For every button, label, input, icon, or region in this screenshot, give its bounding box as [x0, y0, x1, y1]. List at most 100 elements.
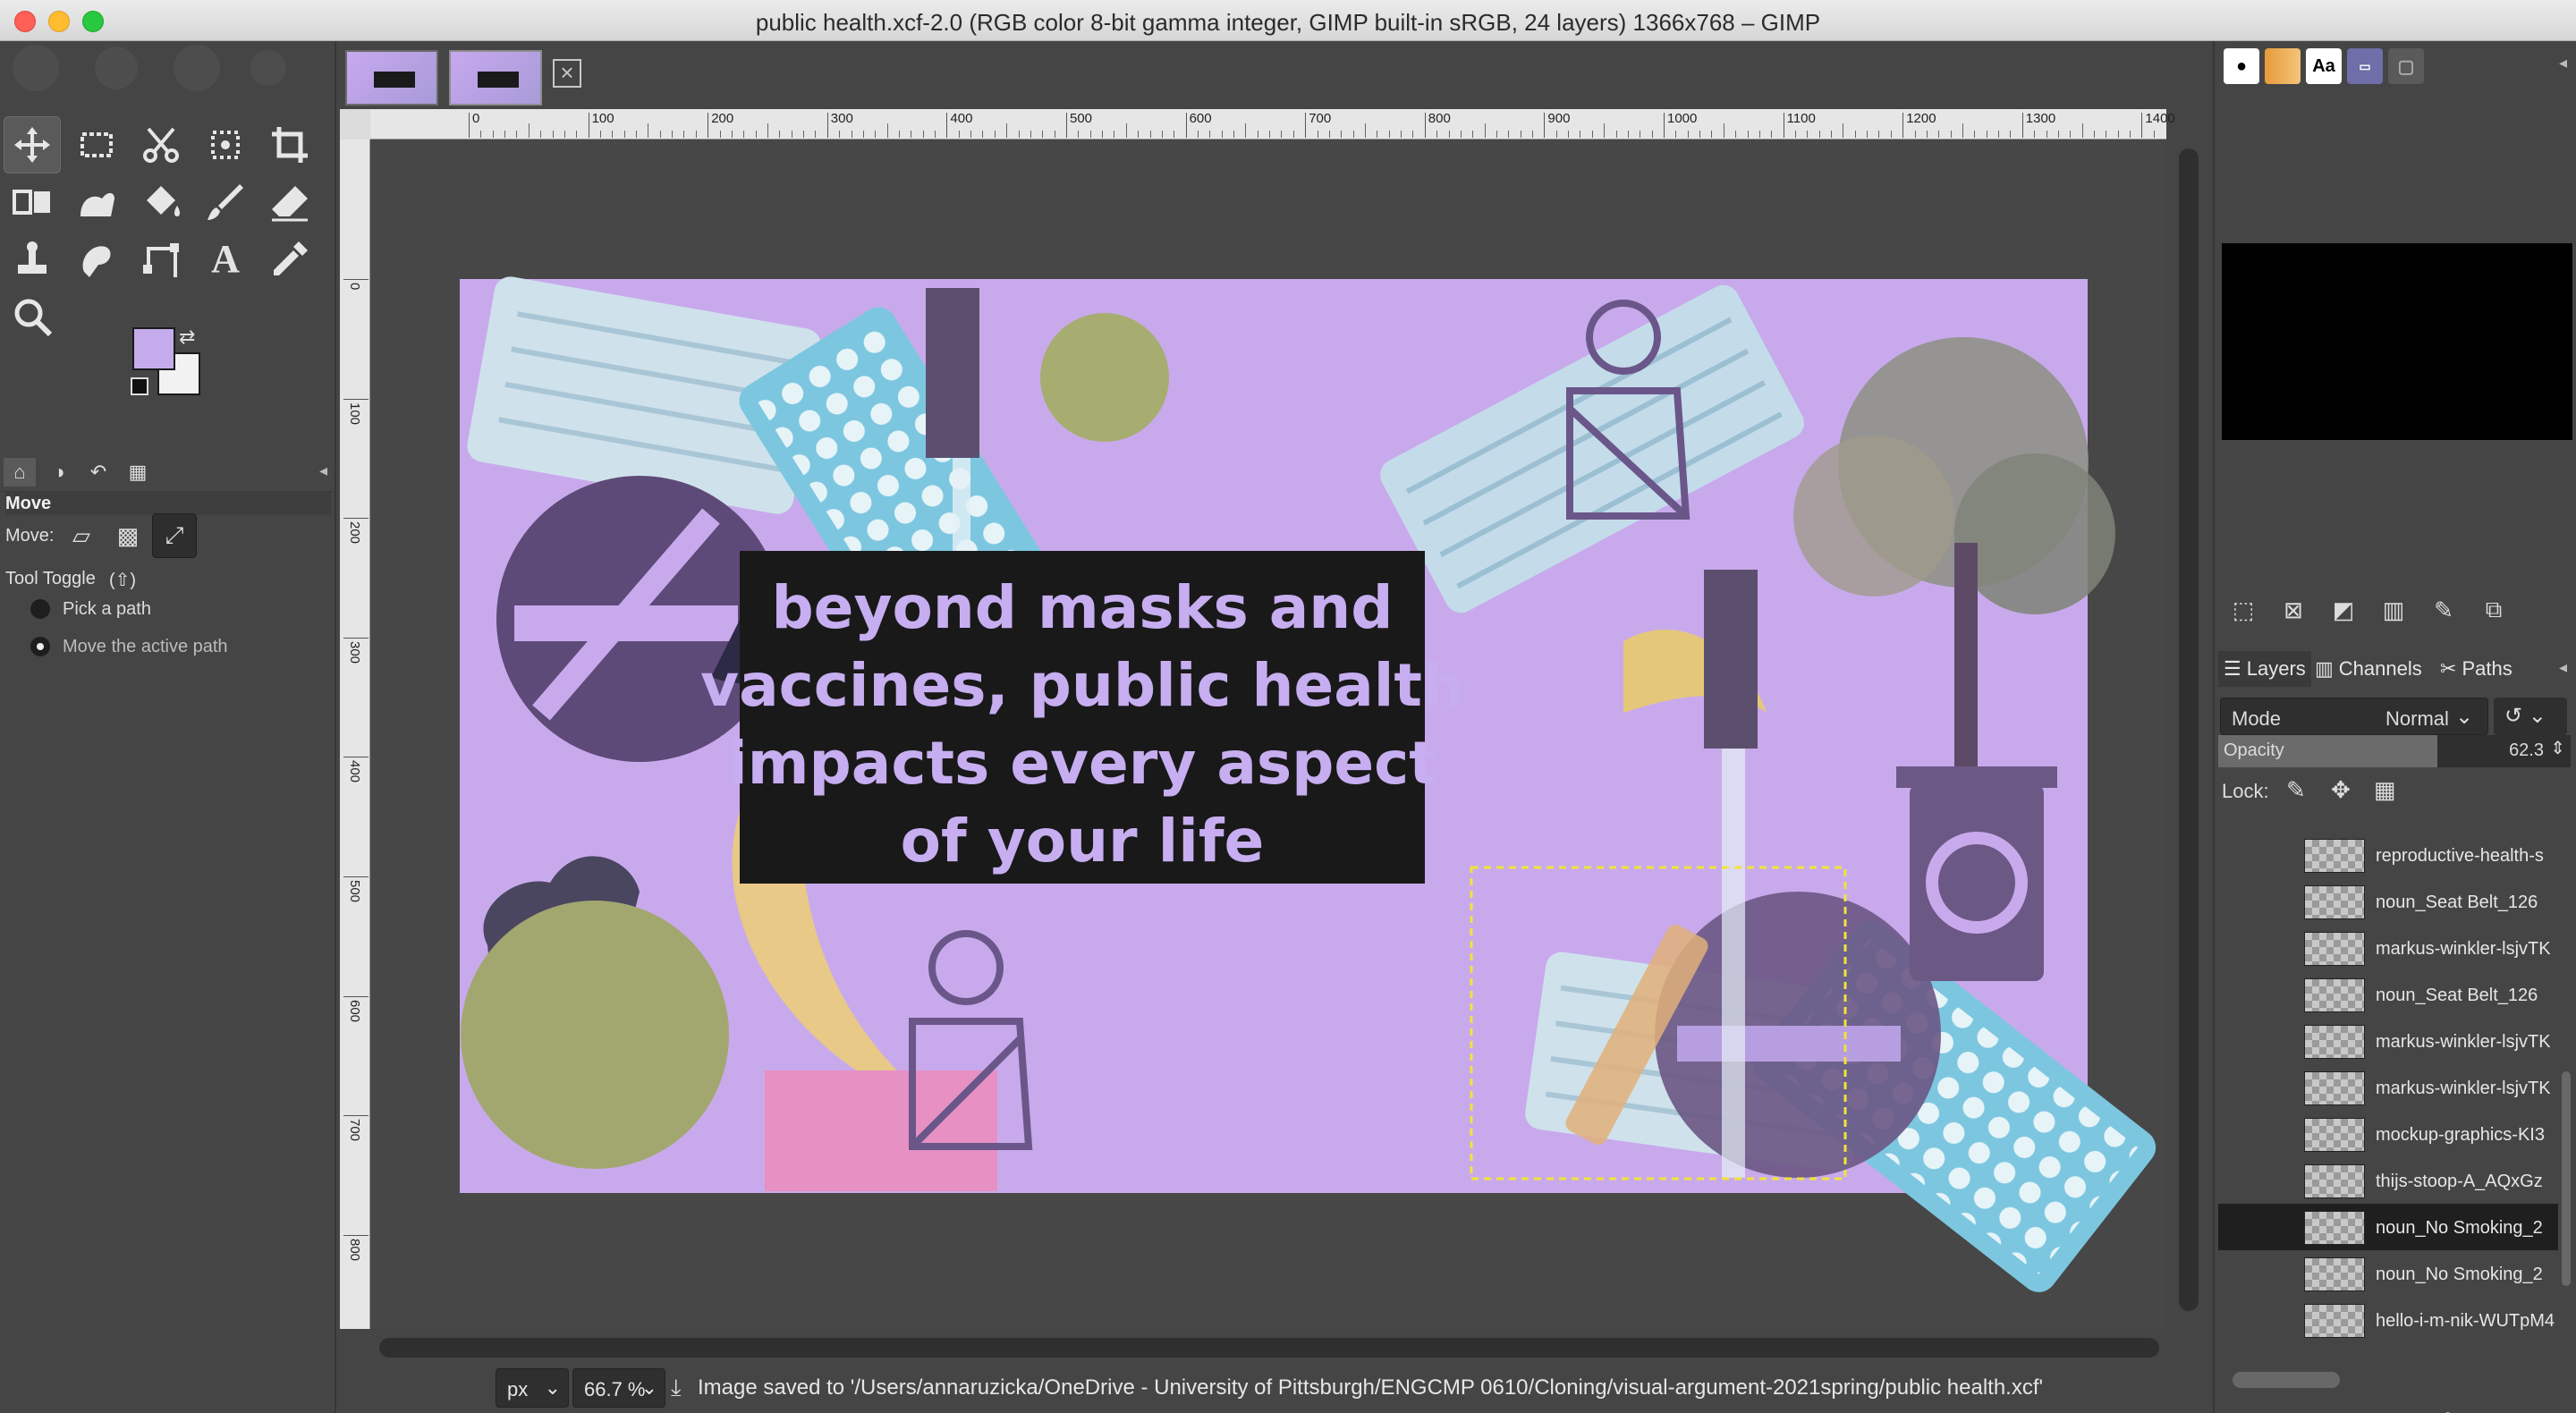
merge-layer-icon[interactable]: ⤓ [2474, 1409, 2504, 1413]
canvas-area[interactable]: beyond masks and vaccines, public health… [371, 140, 2165, 1328]
layer-row[interactable]: reproductive-health-s [2218, 832, 2558, 878]
restore-options-icon[interactable]: ↺ [106, 1408, 141, 1413]
layer-name[interactable]: markus-winkler-lsjvTK [2376, 939, 2555, 960]
mode-selector[interactable]: Mode Normal ⌄ [2220, 698, 2488, 735]
export-icon[interactable]: ⧉ [2476, 592, 2512, 628]
zoom-selector[interactable]: 66.7 % ⌄ [572, 1368, 665, 1408]
layer-row[interactable]: noun_No Smoking_2 [2218, 1250, 2558, 1297]
layer-name[interactable]: markus-winkler-lsjvTK [2376, 1032, 2555, 1053]
move-layer-icon[interactable]: ▱ [59, 513, 104, 558]
fuzzy-select-tool-icon[interactable] [197, 116, 254, 173]
device-status-tab-icon[interactable]: ◑ [43, 458, 75, 487]
layer-name[interactable]: noun_No Smoking_2 [2376, 1218, 2555, 1239]
horizontal-ruler[interactable]: 0 100 200 300 400 500 600 700 800 900 1000 1100 1200… [370, 109, 2175, 140]
color-picker-tool-icon[interactable] [261, 231, 318, 288]
layer-name[interactable]: thijs-stoop-A_AQxGz [2376, 1172, 2555, 1192]
edit-icon[interactable]: ◩ [2326, 592, 2361, 628]
layer-list[interactable]: reproductive-health-s noun_Seat Belt_126 m… [2218, 812, 2558, 1374]
paths-tool-icon[interactable] [132, 231, 190, 288]
layer-name[interactable]: mockup-graphics-KI3 [2376, 1125, 2555, 1146]
layer-name[interactable]: noun_Seat Belt_126 [2376, 893, 2555, 913]
clone-tool-icon[interactable] [4, 231, 61, 288]
tab-channels[interactable]: ▥ Channels [2315, 651, 2422, 687]
layer-name[interactable]: reproductive-health-s [2376, 846, 2555, 867]
crop-tool-icon[interactable] [261, 116, 318, 173]
document-history-tab-icon[interactable]: ▢ [2388, 48, 2424, 84]
columns-icon[interactable]: ▥ [2376, 592, 2411, 628]
dock-menu-icon[interactable]: ◂ [319, 461, 327, 480]
default-colors-icon[interactable] [131, 377, 148, 395]
layer-row[interactable]: hello-i-m-nik-WUTpM4 [2218, 1297, 2558, 1343]
unified-transform-tool-icon[interactable] [4, 173, 61, 231]
image-tab-1[interactable] [345, 50, 438, 106]
layer-name[interactable]: hello-i-m-nik-WUTpM4 [2376, 1311, 2555, 1332]
bucket-fill-tool-icon[interactable] [132, 173, 190, 231]
undo-history-tab-icon[interactable]: ↶ [82, 458, 114, 487]
layer-name[interactable]: markus-winkler-lsjvTK [2376, 1079, 2555, 1099]
clear-icon[interactable]: ⊠ [2275, 592, 2311, 628]
move-active-path-label[interactable]: Move the active path [63, 637, 228, 657]
horizontal-scrollbar[interactable] [370, 1329, 2166, 1365]
brushes-tab-icon[interactable]: ● [2224, 48, 2259, 84]
lock-position-icon[interactable]: ✥ [2331, 776, 2351, 804]
composite-mode-button[interactable]: ↺ ⌄ [2494, 698, 2567, 735]
layer-row[interactable]: mockup-graphics-KI3 [2218, 1111, 2558, 1157]
ruler-corner[interactable] [340, 109, 370, 140]
anchor-layer-icon[interactable]: ⚓ [2433, 1409, 2463, 1413]
opacity-slider[interactable]: Opacity 62.3 ⇕ [2218, 735, 2571, 767]
layer-row[interactable]: noun_Seat Belt_126 [2218, 971, 2558, 1018]
duplicate-layer-icon[interactable]: ⧉ [2392, 1409, 2422, 1413]
lock-alpha-icon[interactable]: ▦ [2374, 776, 2396, 804]
swap-colors-icon[interactable]: ⇄ [179, 326, 195, 349]
layer-row[interactable]: markus-winkler-lsjvTK [2218, 1064, 2558, 1111]
tool-options-tab-icon[interactable]: ⌂ [4, 458, 36, 487]
scissors-tool-icon[interactable] [132, 116, 190, 173]
pick-a-path-label[interactable]: Pick a path [63, 599, 151, 620]
patterns-tab-icon[interactable]: ▭ [2347, 48, 2383, 84]
brush-edit-icon[interactable]: ✎ [2426, 592, 2462, 628]
tab-paths[interactable]: ✂ Paths [2440, 651, 2512, 687]
image-canvas[interactable]: beyond masks and vaccines, public health… [371, 140, 2165, 1328]
layer-row[interactable]: noun_No Smoking_2 [2218, 1204, 2558, 1250]
move-selection-icon[interactable]: ▩ [106, 513, 150, 558]
gradients-tab-icon[interactable] [2265, 48, 2301, 84]
warp-transform-tool-icon[interactable] [68, 173, 125, 231]
move-active-path-radio[interactable] [30, 637, 50, 656]
layer-row[interactable]: markus-winkler-lsjvTK [2218, 1018, 2558, 1064]
layer-name[interactable]: noun_Seat Belt_126 [2376, 986, 2555, 1006]
new-layer-group-icon[interactable]: ⊡ [2225, 1409, 2256, 1413]
move-path-icon[interactable]: ⤢ [152, 513, 197, 558]
fonts-tab-icon[interactable]: Aa [2306, 48, 2342, 84]
paintbrush-tool-icon[interactable] [197, 173, 254, 231]
layer-list-hscrollbar[interactable] [2233, 1372, 2340, 1388]
new-layer-icon[interactable]: ⊞ [2268, 1409, 2299, 1413]
reset-options-icon[interactable]: ↻ [267, 1408, 302, 1413]
selection-icon[interactable]: ⬚ [2225, 592, 2261, 628]
raise-layer-icon[interactable]: ⌃ [2309, 1409, 2340, 1413]
vertical-scrollbar[interactable] [2166, 140, 2211, 1329]
zoom-tool-icon[interactable] [4, 288, 61, 345]
vertical-ruler[interactable]: 0 100 200 300 400 500 600 700 800 [340, 140, 370, 1329]
close-tab-icon[interactable]: × [553, 59, 581, 88]
tab-layers[interactable]: ☰ Layers [2218, 651, 2311, 687]
layer-row[interactable]: thijs-stoop-A_AQxGz [2218, 1157, 2558, 1204]
save-options-icon[interactable]: ⤓ [27, 1408, 63, 1413]
delete-layer-icon[interactable]: ⊠ [2519, 1409, 2549, 1413]
image-tab-2[interactable] [449, 50, 542, 106]
spin-arrows-icon[interactable]: ⇕ [2550, 737, 2565, 759]
text-tool-icon[interactable]: A [197, 231, 254, 288]
lower-layer-icon[interactable]: ⌄ [2351, 1409, 2381, 1413]
delete-options-icon[interactable]: ⊠ [186, 1408, 222, 1413]
layer-list-scrollbar[interactable] [2560, 812, 2572, 1374]
move-tool-icon[interactable] [4, 116, 61, 173]
layers-dock-menu-icon[interactable]: ◂ [2559, 658, 2567, 677]
eraser-tool-icon[interactable] [261, 173, 318, 231]
layer-row[interactable]: markus-winkler-lsjvTK [2218, 925, 2558, 971]
rect-select-tool-icon[interactable] [68, 116, 125, 173]
unit-selector[interactable]: px ⌄ [496, 1368, 569, 1408]
foreground-color-swatch[interactable] [132, 327, 175, 370]
layer-name[interactable]: noun_No Smoking_2 [2376, 1265, 2555, 1285]
pick-a-path-radio[interactable] [30, 599, 50, 619]
images-tab-icon[interactable]: ▦ [122, 458, 154, 487]
dock-menu-icon[interactable]: ◂ [2559, 54, 2567, 72]
